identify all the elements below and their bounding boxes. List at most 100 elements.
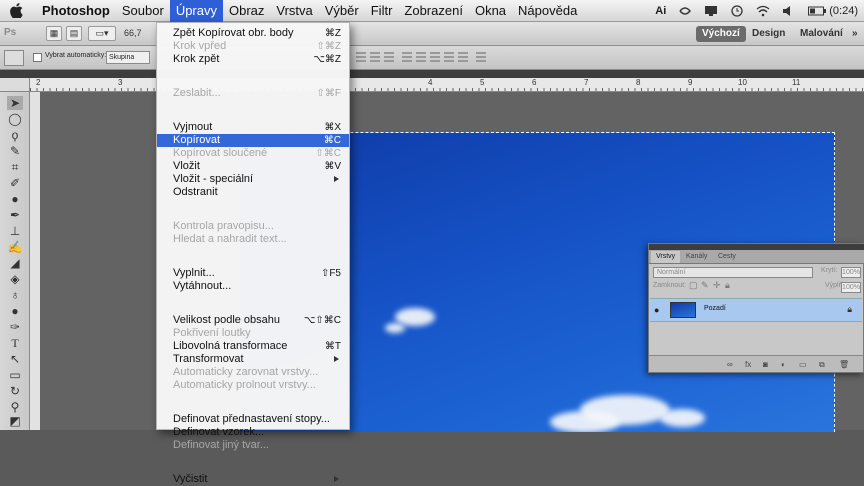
ruler-number: 4 <box>428 78 433 87</box>
visibility-eye-icon[interactable]: ● <box>654 305 659 315</box>
layers-panel-tabs: Vrstvy Kanály Cesty <box>649 250 864 264</box>
menu-photoshop[interactable]: Photoshop <box>36 0 116 22</box>
distribute-middle-icon[interactable] <box>416 52 426 64</box>
volume-icon[interactable] <box>782 5 796 17</box>
lock-transparency-icon[interactable]: ▢ <box>689 280 698 291</box>
workspace-design[interactable]: Design <box>746 26 791 42</box>
vertical-ruler[interactable] <box>30 92 40 430</box>
menu-okna[interactable]: Okna <box>469 0 512 22</box>
script-icon[interactable] <box>678 5 692 17</box>
ruler-origin[interactable] <box>0 78 30 92</box>
layer-row[interactable]: ● Pozadí 🔒︎ <box>650 298 862 322</box>
menu-napoveda[interactable]: Nápověda <box>512 0 583 22</box>
align-bottom-icon[interactable] <box>384 52 394 64</box>
edit-menu-dropdown: Zpět Kopírovat obr. body ⌘Z Krok vpřed ⇧⌘Z K… <box>156 22 350 485</box>
brush-tool-icon[interactable]: ✒ <box>7 208 23 222</box>
eyedropper-tool-icon[interactable]: ✐ <box>7 176 23 190</box>
menu-item-label: Pokřivení loutky <box>173 327 251 339</box>
distribute-center-icon[interactable] <box>458 52 468 64</box>
menu-item[interactable]: Vytáhnout... <box>157 280 349 293</box>
menu-item[interactable]: Vyjmout ⌘X <box>157 121 349 134</box>
distribute-left-icon[interactable] <box>444 52 454 64</box>
menu-item[interactable]: Definovat vzorek... <box>157 426 349 439</box>
lock-position-icon[interactable]: ✛ <box>713 280 721 291</box>
time-machine-icon[interactable] <box>730 5 744 17</box>
bridge-button[interactable]: ▦ <box>46 26 62 41</box>
eraser-tool-icon[interactable]: ◢ <box>7 256 23 270</box>
layer-name[interactable]: Pozadí <box>704 305 726 312</box>
lasso-tool-icon[interactable]: ϙ <box>7 128 23 142</box>
type-tool-icon[interactable]: T <box>7 336 23 350</box>
move-tool-preset-icon[interactable] <box>4 50 24 66</box>
menu-vrstva[interactable]: Vrstva <box>270 0 318 22</box>
healing-brush-icon[interactable]: ● <box>7 192 23 206</box>
menu-item[interactable]: Libovolná transformace ⌘T <box>157 340 349 353</box>
menu-item[interactable]: Vložit ⌘V <box>157 160 349 173</box>
opacity-field[interactable]: 100% <box>841 267 861 278</box>
battery-status[interactable]: (0:24) <box>808 5 858 17</box>
menu-soubor[interactable]: Soubor <box>116 0 170 22</box>
menu-vyber[interactable]: Výběr <box>319 0 365 22</box>
monitor-icon[interactable] <box>704 5 718 17</box>
auto-select-checkbox[interactable] <box>33 53 42 62</box>
menu-item[interactable]: Vložit - speciální <box>157 173 349 186</box>
tab-vrstvy[interactable]: Vrstvy <box>651 251 681 263</box>
blend-mode-select[interactable]: Normální <box>653 267 813 278</box>
menu-item[interactable]: Velikost podle obsahu ⌥⇧⌘C <box>157 314 349 327</box>
crop-tool-icon[interactable]: ⌗ <box>7 160 23 174</box>
distribute-right-icon[interactable] <box>476 52 486 64</box>
layer-mask-icon[interactable]: ◙ <box>763 360 768 369</box>
3d-rotate-icon[interactable]: ↻ <box>7 384 23 398</box>
zoom-tool-icon[interactable]: ⚲ <box>7 400 23 414</box>
fill-field[interactable]: 100% <box>841 282 861 293</box>
lock-all-icon[interactable]: 🔒︎ <box>725 280 730 291</box>
align-top-icon[interactable] <box>356 52 366 64</box>
zoom-level[interactable]: 66,7 <box>124 28 142 38</box>
dodge-tool-icon[interactable]: ● <box>7 304 23 318</box>
menu-item[interactable]: Vyplnit... ⇧F5 <box>157 267 349 280</box>
menu-item[interactable]: Definovat přednastavení stopy... <box>157 413 349 426</box>
align-middle-icon[interactable] <box>370 52 380 64</box>
clone-stamp-icon[interactable]: ⊥ <box>7 224 23 238</box>
move-tool-icon[interactable]: ➤ <box>7 96 23 110</box>
menu-item[interactable]: Kopírovat ⌘C <box>157 134 349 147</box>
tab-kanaly[interactable]: Kanály <box>681 251 712 263</box>
menu-item[interactable]: Krok zpět ⌥⌘Z <box>157 53 349 66</box>
delete-layer-icon[interactable]: 🗑︎ <box>839 360 849 369</box>
distribute-bottom-icon[interactable] <box>430 52 440 64</box>
shape-tool-icon[interactable]: ▭ <box>7 368 23 382</box>
menu-item[interactable]: Vyčistit <box>157 473 349 486</box>
more-workspaces-button[interactable]: » <box>846 26 864 42</box>
wifi-icon[interactable] <box>756 5 770 17</box>
view-extras-button[interactable]: ▭▾ <box>88 26 116 41</box>
adjustment-layer-icon[interactable]: ◐ <box>781 360 786 369</box>
lock-pixels-icon[interactable]: ✎ <box>701 280 709 291</box>
menu-upravy[interactable]: Úpravy <box>169 0 223 22</box>
gradient-tool-icon[interactable]: ◈ <box>7 272 23 286</box>
menu-item[interactable]: Odstranit <box>157 186 349 199</box>
quick-selection-tool-icon[interactable]: ✎ <box>7 144 23 158</box>
workspace-malovani[interactable]: Malování <box>794 26 849 42</box>
menu-obraz[interactable]: Obraz <box>223 0 270 22</box>
new-group-icon[interactable]: ▭ <box>799 360 807 369</box>
auto-select-dropdown[interactable]: Skupina <box>106 51 150 64</box>
link-layers-icon[interactable]: ∞ <box>727 360 733 369</box>
menu-item[interactable]: Transformovat <box>157 353 349 366</box>
path-selection-icon[interactable]: ↖ <box>7 352 23 366</box>
menu-item[interactable]: Zpět Kopírovat obr. body ⌘Z <box>157 27 349 40</box>
mini-bridge-button[interactable]: ▤ <box>66 26 82 41</box>
layer-style-icon[interactable]: fx <box>745 360 751 369</box>
distribute-top-icon[interactable] <box>402 52 412 64</box>
workspace-vychozi[interactable]: Výchozí <box>696 26 746 42</box>
history-brush-icon[interactable]: ✍ <box>7 240 23 254</box>
new-layer-icon[interactable]: ⧉ <box>819 360 825 370</box>
menu-filtr[interactable]: Filtr <box>365 0 399 22</box>
pen-tool-icon[interactable]: ✑ <box>7 320 23 334</box>
marquee-tool-icon[interactable]: ◯ <box>7 112 23 126</box>
ai-icon[interactable]: Ai <box>655 5 666 17</box>
blur-tool-icon[interactable]: ♁ <box>7 288 23 302</box>
tab-cesty[interactable]: Cesty <box>713 251 741 263</box>
menu-zobrazeni[interactable]: Zobrazení <box>398 0 469 22</box>
apple-icon[interactable] <box>10 3 24 19</box>
color-swatches-icon[interactable]: ◩ <box>7 414 23 428</box>
